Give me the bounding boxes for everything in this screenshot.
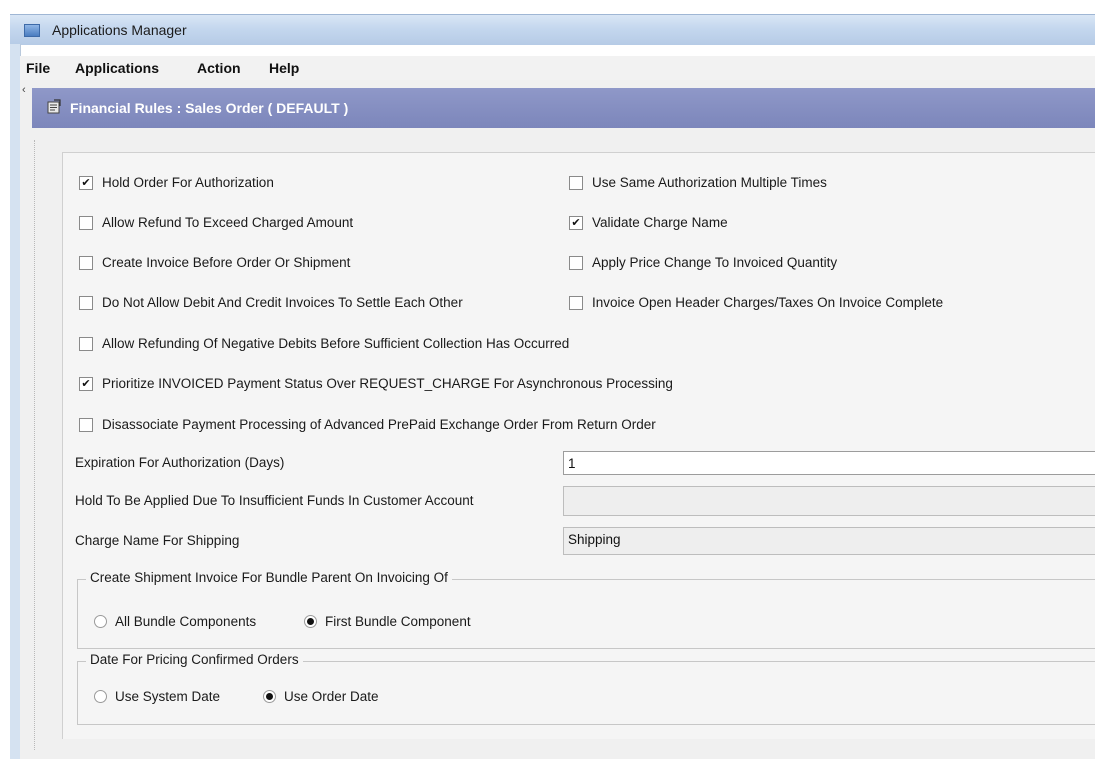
same-authorization-checkbox[interactable]: Use Same Authorization Multiple Times	[569, 175, 827, 190]
radio-button[interactable]	[94, 615, 107, 628]
checkbox-label: Disassociate Payment Processing of Advan…	[102, 417, 656, 432]
menu-applications[interactable]: Applications	[75, 60, 159, 76]
expiration-label: Expiration For Authorization (Days)	[75, 455, 285, 470]
first-bundle-component-radio[interactable]: First Bundle Component	[304, 614, 471, 629]
checkbox-box[interactable]	[79, 336, 93, 351]
charge-shipping-input[interactable]: Shipping	[563, 527, 1095, 555]
refund-exceed-checkbox[interactable]: Allow Refund To Exceed Charged Amount	[79, 215, 353, 230]
no-debit-credit-checkbox[interactable]: Do Not Allow Debit And Credit Invoices T…	[79, 295, 463, 310]
prioritize-invoiced-checkbox[interactable]: ✔ Prioritize INVOICED Payment Status Ove…	[79, 376, 673, 391]
open-header-charges-checkbox[interactable]: Invoice Open Header Charges/Taxes On Inv…	[569, 295, 943, 310]
menu-help[interactable]: Help	[269, 60, 299, 76]
refund-negative-checkbox[interactable]: Allow Refunding Of Negative Debits Befor…	[79, 336, 569, 351]
checkbox-box[interactable]	[79, 255, 93, 270]
checkbox-box[interactable]	[79, 215, 93, 230]
collapse-arrow-icon[interactable]: ‹	[22, 84, 26, 96]
window-title: Applications Manager	[52, 22, 187, 38]
radio-button[interactable]	[94, 690, 107, 703]
radio-button[interactable]	[263, 690, 276, 703]
expiration-input[interactable]: 1	[563, 451, 1095, 475]
checkbox-box[interactable]: ✔	[79, 175, 93, 190]
checkbox-label: Hold Order For Authorization	[102, 175, 274, 190]
checkbox-label: Invoice Open Header Charges/Taxes On Inv…	[592, 295, 944, 310]
bundle-invoice-group: Create Shipment Invoice For Bundle Paren…	[77, 570, 1095, 649]
price-change-checkbox[interactable]: Apply Price Change To Invoiced Quantity	[569, 255, 837, 270]
charge-shipping-label: Charge Name For Shipping	[75, 533, 240, 548]
window-titlebar[interactable]: Applications Manager	[10, 14, 1095, 45]
checkbox-box[interactable]	[569, 175, 583, 190]
checkbox-box[interactable]	[569, 295, 583, 310]
hold-order-checkbox[interactable]: ✔ Hold Order For Authorization	[79, 175, 274, 190]
radio-label: First Bundle Component	[325, 614, 471, 629]
checkbox-label: Allow Refund To Exceed Charged Amount	[102, 215, 354, 230]
checkbox-box[interactable]: ✔	[569, 215, 583, 230]
panel-divider	[34, 140, 35, 750]
checkbox-box[interactable]	[79, 295, 93, 310]
checkbox-label: Allow Refunding Of Negative Debits Befor…	[102, 336, 570, 351]
validate-charge-checkbox[interactable]: ✔ Validate Charge Name	[569, 215, 728, 230]
menu-bar: File Applications Action Help	[20, 56, 1095, 80]
checkbox-box[interactable]: ✔	[79, 376, 93, 391]
checkbox-label: Do Not Allow Debit And Credit Invoices T…	[102, 295, 463, 310]
use-order-date-radio[interactable]: Use Order Date	[263, 689, 379, 704]
radio-label: Use System Date	[115, 689, 221, 704]
page-title: Financial Rules : Sales Order ( DEFAULT …	[70, 100, 349, 116]
checkbox-label: Use Same Authorization Multiple Times	[592, 175, 827, 190]
hold-funds-label: Hold To Be Applied Due To Insufficient F…	[75, 493, 474, 508]
use-system-date-radio[interactable]: Use System Date	[94, 689, 220, 704]
checkbox-label: Apply Price Change To Invoiced Quantity	[592, 255, 838, 270]
checkbox-label: Validate Charge Name	[592, 215, 728, 230]
menu-action[interactable]: Action	[197, 60, 241, 76]
radio-button[interactable]	[304, 615, 317, 628]
screen-header: Financial Rules : Sales Order ( DEFAULT …	[32, 88, 1095, 128]
invoice-before-checkbox[interactable]: Create Invoice Before Order Or Shipment	[79, 255, 350, 270]
bundle-group-legend: Create Shipment Invoice For Bundle Paren…	[86, 570, 452, 585]
disassociate-payment-checkbox[interactable]: Disassociate Payment Processing of Advan…	[79, 417, 656, 432]
all-bundle-components-radio[interactable]: All Bundle Components	[94, 614, 256, 629]
checkbox-label: Create Invoice Before Order Or Shipment	[102, 255, 351, 270]
rules-form: ✔ Hold Order For Authorization Use Same …	[62, 152, 1095, 739]
radio-label: All Bundle Components	[115, 614, 257, 629]
rules-icon	[47, 99, 61, 114]
checkbox-label: Prioritize INVOICED Payment Status Over …	[102, 376, 673, 391]
hold-funds-input[interactable]	[563, 486, 1095, 516]
pricing-date-legend: Date For Pricing Confirmed Orders	[86, 652, 303, 667]
menu-file[interactable]: File	[26, 60, 50, 76]
app-icon	[24, 24, 40, 37]
checkbox-box[interactable]	[79, 417, 93, 432]
pricing-date-group: Date For Pricing Confirmed Orders Use Sy…	[77, 652, 1095, 725]
radio-label: Use Order Date	[284, 689, 379, 704]
checkbox-box[interactable]	[569, 255, 583, 270]
